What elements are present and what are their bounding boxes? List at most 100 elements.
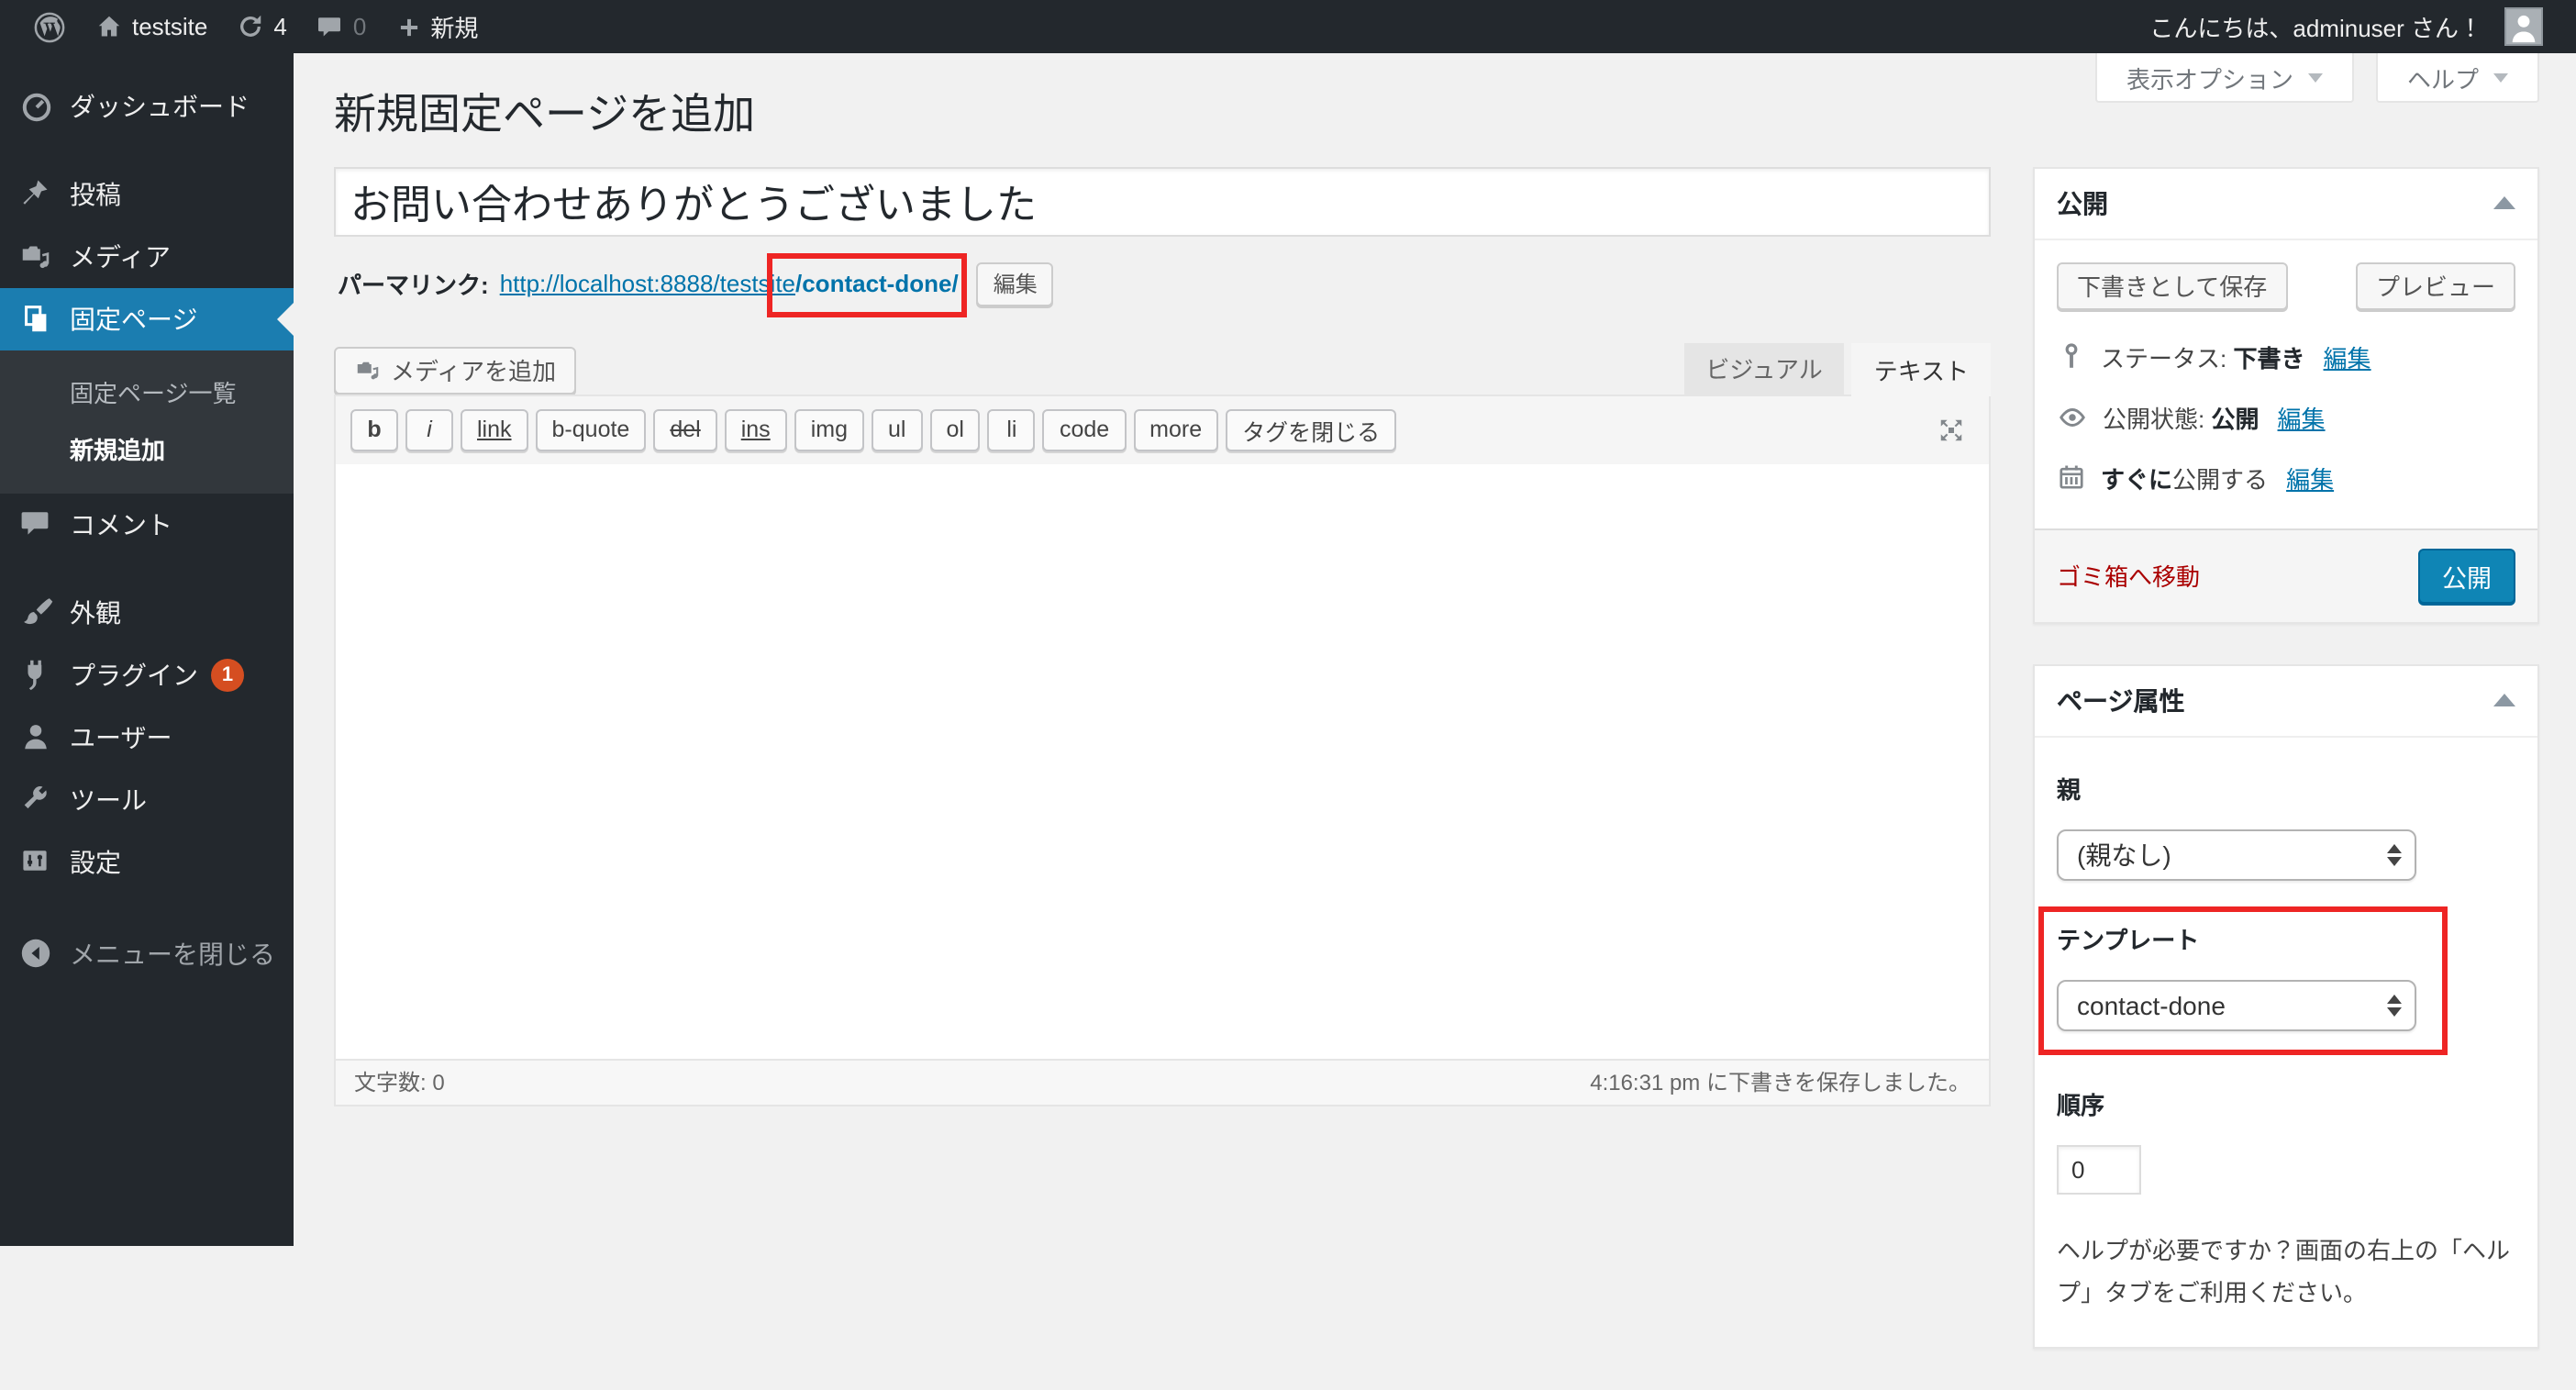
qt-more-button[interactable]: more [1133,408,1219,451]
help-label: ヘルプ [2406,65,2479,93]
admin-bar-account-menu[interactable]: こんにちは、adminuser さん！ [2135,0,2558,53]
tab-visual[interactable]: ビジュアル [1683,342,1845,395]
collapse-arrow-icon [18,936,55,973]
plugin-icon [18,657,55,694]
collapse-panel-icon[interactable] [2493,694,2515,707]
submenu-item-add-new[interactable]: 新規追加 [0,420,294,477]
qt-del-button[interactable]: del [653,408,717,451]
qt-blockquote-button[interactable]: b-quote [535,408,647,451]
submenu-item-all-pages[interactable]: 固定ページ一覧 [0,363,294,420]
word-count-value: 0 [432,1070,445,1096]
sidebar-item-dashboard[interactable]: ダッシュボード [0,75,294,138]
template-select-value: contact-done [2077,990,2226,1020]
qt-ol-button[interactable]: ol [929,408,981,451]
qt-bold-button[interactable]: b [350,408,398,451]
editor-container: b i link b-quote del ins img ul ol li co… [334,394,1991,1106]
sidebar-item-label: 外観 [70,598,121,628]
sidebar-item-label: 設定 [70,848,121,877]
sidebar-item-users[interactable]: ユーザー [0,706,294,769]
edit-status-link[interactable]: 編集 [2324,339,2371,374]
parent-label: 親 [2057,775,2082,804]
qt-img-button[interactable]: img [794,408,864,451]
main-content: 表示オプション ヘルプ 新規固定ページを追加 パーマリンク: http://lo… [294,53,2576,1350]
comment-bubble-icon [316,13,344,40]
sidebar-item-settings[interactable]: 設定 [0,831,294,894]
pages-submenu: 固定ページ一覧 新規追加 [0,350,294,494]
menu-separator [0,138,294,163]
permalink-label: パーマリンク: [338,272,489,300]
permalink-row: パーマリンク: http://localhost:8888/testsite/c… [338,253,1991,318]
schedule-rest: 公開する [2172,465,2269,494]
permalink-link[interactable]: http://localhost:8888/testsite/contact-d… [500,253,968,318]
pushpin-icon [18,176,55,213]
chevron-down-icon [2493,72,2508,82]
tab-text[interactable]: テキスト [1851,342,1991,396]
publish-button[interactable]: 公開 [2418,548,2515,604]
parent-select[interactable]: (親なし) [2057,828,2416,881]
screen-options-tab[interactable]: 表示オプション [2094,53,2354,103]
permalink-edit-button[interactable]: 編集 [976,261,1054,306]
admin-bar-comments[interactable]: 0 [302,0,381,53]
eye-icon [2057,402,2088,433]
post-title-input[interactable] [334,166,1991,237]
sidebar-item-comments[interactable]: コメント [0,494,294,556]
qt-ins-button[interactable]: ins [724,408,787,451]
help-tab[interactable]: ヘルプ [2375,53,2539,103]
admin-bar-site-menu[interactable]: testsite [81,0,222,53]
select-stepper-icon [2387,843,2402,866]
order-input[interactable] [2057,1144,2141,1195]
sidebar-item-posts[interactable]: 投稿 [0,163,294,226]
add-media-icon [354,357,382,384]
publish-postbox: 公開 下書きとして保存 プレビュー ステータス: 下書き 編集 公開状態: 公開… [2033,166,2539,624]
page-attributes-postbox: ページ属性 親 (親なし) テンプレート contact-done 順序 0 ヘ… [2033,663,2539,1350]
menu-separator [0,556,294,582]
page-attributes-title: ページ属性 [2057,685,2185,716]
sidebar-item-pages[interactable]: 固定ページ [0,288,294,350]
media-icon [18,239,55,275]
preview-button[interactable]: プレビュー [2355,261,2515,310]
screen-options-label: 表示オプション [2126,65,2293,93]
select-stepper-icon [2387,994,2402,1017]
wordpress-logo-icon [33,10,66,43]
active-menu-arrow [277,303,294,336]
page-attributes-header[interactable]: ページ属性 [2035,666,2537,738]
qt-code-button[interactable]: code [1042,408,1127,451]
sidebar-item-media[interactable]: メディア [0,226,294,288]
publish-buttons-row: 下書きとして保存 プレビュー [2057,261,2515,310]
qt-close-tags-button[interactable]: タグを閉じる [1226,408,1397,451]
edit-schedule-link[interactable]: 編集 [2286,461,2334,495]
visibility-label: 公開状態: [2103,405,2205,433]
editor-mode-tabs: ビジュアル テキスト [1683,342,1991,396]
edit-visibility-link[interactable]: 編集 [2278,400,2326,435]
sidebar-item-tools[interactable]: ツール [0,769,294,831]
status-label: ステータス: [2101,344,2227,373]
wordpress-logo-menu[interactable] [18,0,81,53]
editor-textarea[interactable] [336,463,1989,1059]
admin-bar-new[interactable]: 新規 [381,0,493,53]
qt-li-button[interactable]: li [987,408,1036,451]
parent-select-value: (親なし) [2077,840,2171,870]
updates-icon [237,13,264,40]
pin-key-icon [2057,342,2086,372]
quicktags-toolbar: b i link b-quote del ins img ul ol li co… [336,395,1989,464]
move-to-trash-link[interactable]: ゴミ箱へ移動 [2057,559,2200,594]
calendar-icon [2057,463,2086,493]
comment-count: 0 [352,13,367,40]
word-count-label: 文字数: [354,1070,427,1096]
paintbrush-icon [18,595,55,631]
admin-sidebar: ダッシュボード 投稿 メディア 固定ページ 固定ページ一覧 新規追加 コメント … [0,53,294,1246]
add-media-button[interactable]: メディアを追加 [334,346,577,395]
admin-bar-updates[interactable]: 4 [222,0,301,53]
collapse-panel-icon[interactable] [2493,196,2515,210]
qt-link-button[interactable]: link [461,408,528,451]
qt-ul-button[interactable]: ul [872,408,923,451]
sidebar-item-appearance[interactable]: 外観 [0,582,294,644]
template-select[interactable]: contact-done [2057,979,2416,1031]
sidebar-item-plugins[interactable]: プラグイン 1 [0,644,294,706]
sidebar-item-label: メディア [70,242,172,272]
fullscreen-icon[interactable] [1938,417,1965,444]
save-draft-button[interactable]: 下書きとして保存 [2057,261,2288,310]
collapse-menu-button[interactable]: メニューを閉じる [0,923,294,985]
publish-postbox-header[interactable]: 公開 [2035,169,2537,240]
qt-italic-button[interactable]: i [405,408,453,451]
